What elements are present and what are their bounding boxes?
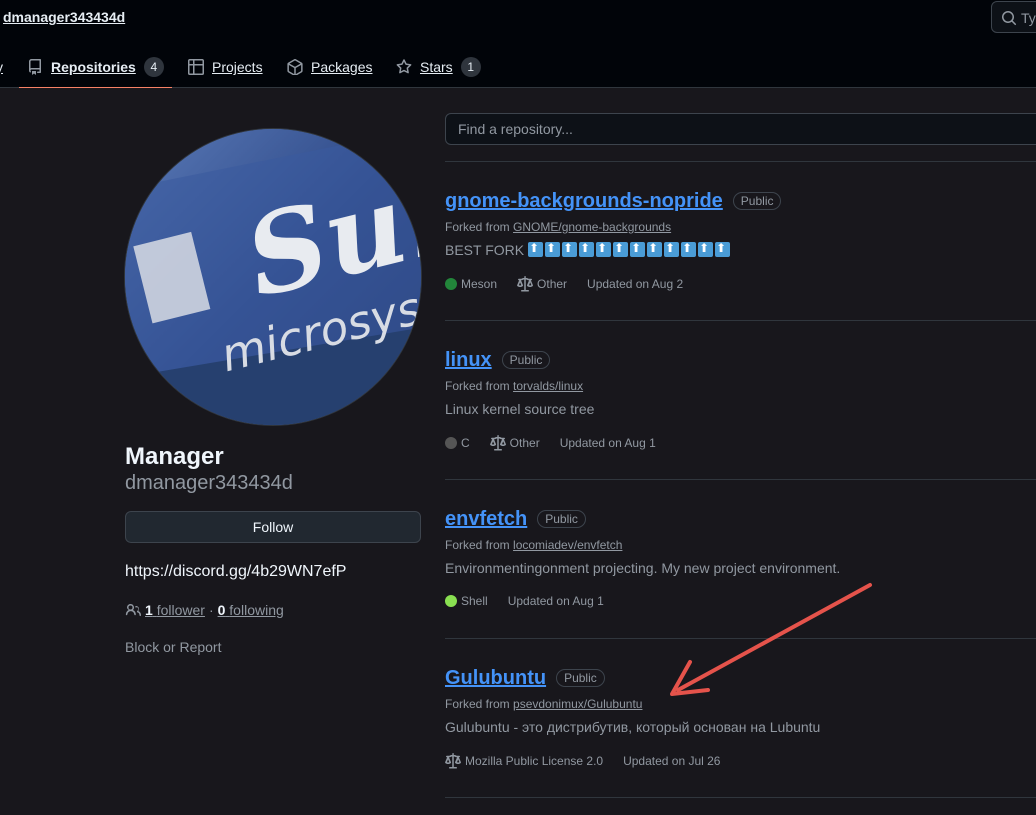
table-icon [188,59,204,75]
header-search-field[interactable]: Ty [991,1,1036,33]
top-header: dmanager343434d Ty y Repositories 4 Proj… [0,0,1036,89]
repo-updated: Updated on Jul 26 [623,754,721,768]
repo-description: BEST FORK [445,241,1035,258]
profile-login-name: dmanager343434d [125,472,293,494]
find-repository-input[interactable] [445,113,1036,145]
repo-license: Other [509,436,540,450]
visibility-badge: Public [501,351,551,369]
up-arrow-emoji-row [527,241,732,258]
avatar-image: Sun microsys [125,129,421,425]
stars-count-badge: 1 [460,57,481,77]
repo-meta: Mozilla Public License 2.0 Updated on Ju… [445,753,1035,769]
star-icon [396,59,412,74]
repo-language: C [461,436,470,450]
forked-from-link[interactable]: psevdonimux/Gulubuntu [513,697,642,711]
language-color-dot [445,437,457,449]
tab-stars-label: Stars [420,59,453,75]
package-icon [287,59,303,75]
repo-meta: C Other Updated on Aug 1 [445,435,1035,451]
following-link[interactable]: 0 following [218,602,284,618]
followers-link[interactable]: 1 follower [145,602,205,618]
law-icon [517,276,533,292]
repo-meta: Meson Other Updated on Aug 2 [445,276,1035,292]
law-icon [445,753,461,769]
tab-packages-label: Packages [311,59,373,75]
repo-name-link[interactable]: envfetch [445,508,527,531]
language-color-dot [445,278,457,290]
forked-from-line: Forked from GNOME/gnome-backgrounds [445,220,672,234]
repo-icon [28,59,41,75]
forked-from-line: Forked from locomiadev/envfetch [445,538,623,552]
divider [445,479,1036,480]
divider [445,797,1036,798]
followers-summary: 1 follower · 0 following [125,602,284,618]
header-username-link[interactable]: dmanager343434d [3,9,125,25]
repo-updated: Updated on Aug 2 [587,277,684,291]
repo-name-link[interactable]: linux [445,349,492,372]
language-color-dot [445,595,457,607]
visibility-badge: Public [556,669,605,687]
repo-name-link[interactable]: gnome-backgrounds-nopride [445,190,723,213]
forked-from-line: Forked from torvalds/linux [445,379,584,393]
tab-overview-partial[interactable]: y [0,46,3,88]
repo-language: Meson [461,277,498,291]
repo-description: Gulubuntu - это дистрибутив, который осн… [445,719,821,735]
visibility-badge: Public [537,510,586,528]
repo-description: Environmentingonment projecting. My new … [445,560,841,576]
tab-stars[interactable]: Stars 1 [396,46,481,88]
divider [445,320,1036,321]
divider [445,161,1036,162]
tab-packages[interactable]: Packages [287,46,372,88]
tab-projects[interactable]: Projects [188,46,263,88]
repo-list-item: linux Public Forked from torvalds/linux … [445,347,1035,451]
profile-website-link[interactable]: https://discord.gg/4b29WN7efP [125,563,346,581]
tab-repositories-label: Repositories [51,59,136,75]
people-icon [125,604,141,616]
follow-button[interactable]: Follow [125,511,421,543]
profile-avatar[interactable]: Sun microsys [124,128,422,426]
followers-separator: · [208,602,214,618]
visibility-badge: Public [732,192,782,210]
profile-nav: y Repositories 4 Projects Packages Stars… [0,46,1036,89]
forked-from-link[interactable]: locomiadev/envfetch [513,538,622,552]
law-icon [489,435,506,451]
repo-updated: Updated on Aug 1 [507,594,604,608]
forked-from-link[interactable]: GNOME/gnome-backgrounds [513,220,671,234]
repo-license: Other [537,277,568,291]
tab-projects-label: Projects [212,59,263,75]
annotation-arrow [670,583,872,696]
repo-description: Linux kernel source tree [445,401,595,417]
repo-name-link[interactable]: Gulubuntu [445,667,546,690]
block-or-report-link[interactable]: Block or Report [125,639,221,655]
search-icon [1002,11,1017,26]
tab-overview-label: y [0,59,3,75]
repo-updated: Updated on Aug 1 [559,436,656,450]
repo-list-item: gnome-backgrounds-nopride Public Forked … [445,188,1035,292]
header-search-placeholder: Ty [1021,10,1036,26]
repo-language: Shell [461,594,488,608]
forked-from-link[interactable]: torvalds/linux [513,379,583,393]
repo-license: Mozilla Public License 2.0 [465,754,604,768]
tab-repositories[interactable]: Repositories 4 [19,46,172,89]
repositories-count-badge: 4 [143,57,164,77]
profile-display-name: Manager [125,443,224,470]
